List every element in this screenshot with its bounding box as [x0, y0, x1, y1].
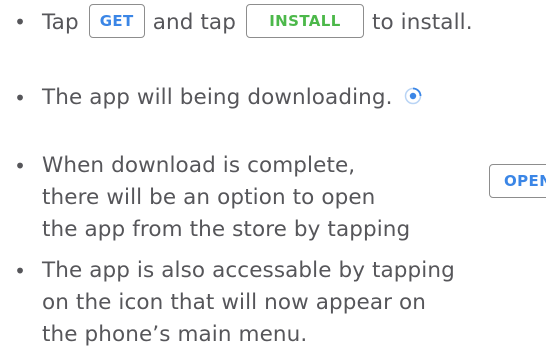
install-instructions-list: • Tap GET and tap INSTALL to install. • The …: [0, 0, 546, 350]
step1-text-middle: and tap: [152, 10, 236, 35]
list-item-step-4-line-3: the phone’s main menu.: [42, 322, 308, 347]
install-button[interactable]: INSTALL: [245, 4, 364, 38]
list-item-step-4-line-1: The app is also accessable by tapping: [42, 258, 455, 283]
open-button[interactable]: OPEN: [489, 164, 546, 198]
bullet: •: [14, 10, 26, 34]
step1-text-before: Tap: [42, 10, 79, 35]
bullet: •: [14, 86, 26, 110]
list-item-step-1: Tap GET and tap INSTALL to install.: [42, 4, 473, 40]
download-progress-icon: [404, 87, 421, 105]
list-item-step-4-line-2: on the icon that will now appear on: [42, 290, 427, 315]
list-item-step-3-line-3: the app from the store by tapping: [42, 217, 411, 242]
list-item-step-2: The app will being downloading.: [42, 82, 422, 114]
list-item-step-3-line-2: there will be an option to open: [42, 185, 376, 210]
get-button[interactable]: GET: [88, 4, 145, 38]
list-item-step-3-line-1: When download is complete,: [42, 153, 356, 178]
bullet: •: [14, 259, 26, 283]
step2-text: The app will being downloading.: [42, 85, 393, 110]
bullet: •: [14, 154, 26, 178]
step1-text-after: to install.: [371, 10, 473, 35]
